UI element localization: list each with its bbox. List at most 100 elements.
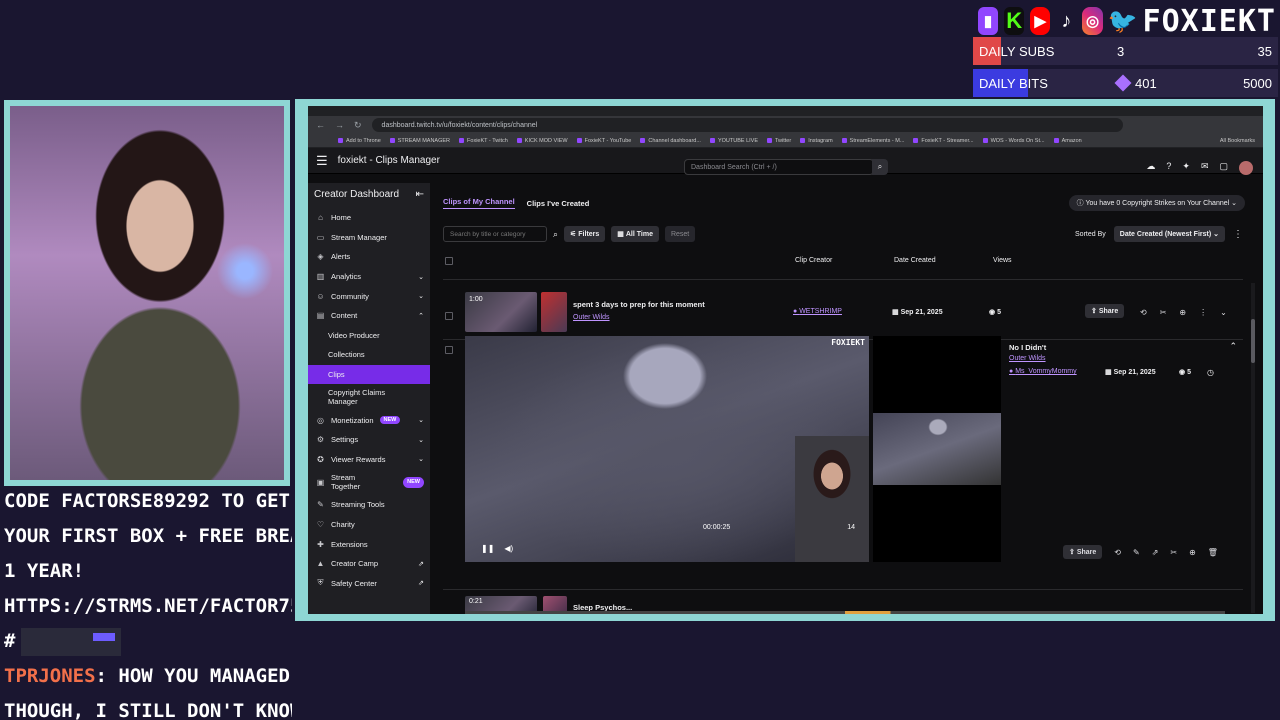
- sidebar-item-label: Collections: [328, 350, 365, 360]
- scissors-icon[interactable]: ✂: [1160, 308, 1167, 317]
- clock-icon[interactable]: ◷: [1207, 368, 1214, 377]
- select-all-checkbox[interactable]: [445, 257, 453, 265]
- chevron-up-icon[interactable]: ⌃: [1229, 341, 1237, 352]
- help-icon[interactable]: ?: [1166, 161, 1171, 175]
- share-button[interactable]: ⇪ Share: [1063, 545, 1103, 559]
- clip-creator-link[interactable]: ● Ms_VommyMommy: [1009, 368, 1077, 375]
- sidebar-item-home[interactable]: ⌂ Home: [308, 208, 430, 228]
- sort-dropdown[interactable]: Date Created (Newest First) ⌄: [1113, 226, 1225, 242]
- edit-clip-icon[interactable]: ⟲: [1140, 308, 1147, 317]
- row-checkbox[interactable]: [445, 312, 453, 320]
- filters-button[interactable]: ⚟ Filters: [564, 226, 606, 242]
- reset-button[interactable]: Reset: [664, 226, 696, 242]
- chevron-down-icon: ⌄: [418, 456, 424, 464]
- more-options-icon[interactable]: ⋮: [1233, 229, 1243, 240]
- sidebar-item-video-producer[interactable]: Video Producer: [308, 326, 430, 346]
- bookmark[interactable]: FoxieKT - YouTube: [577, 138, 632, 144]
- sidebar-item-content[interactable]: ▤ Content ⌃: [308, 306, 430, 326]
- bookmark[interactable]: WOS - Words On St...: [983, 138, 1045, 144]
- address-bar[interactable]: dashboard.twitch.tv/u/foxiekt/content/cl…: [371, 118, 1123, 132]
- collapse-icon[interactable]: ⇤: [416, 189, 424, 200]
- column-date-created[interactable]: Date Created: [894, 257, 936, 264]
- bookmark[interactable]: YOUTUBE LIVE: [710, 138, 758, 144]
- bookmark[interactable]: FoxieKT - Streamer...: [913, 138, 973, 144]
- sidebar-item-analytics[interactable]: ▥ Analytics ⌄: [308, 267, 430, 287]
- sidebar-item-copyright-claims[interactable]: Copyright Claims Manager: [308, 384, 430, 410]
- forward-icon[interactable]: →: [335, 120, 344, 130]
- clip-creator-link[interactable]: ● WETSHRIMP: [793, 308, 842, 315]
- sidebar-item-safety-center[interactable]: ⛨ Safety Center ⇗: [308, 574, 430, 594]
- bookmark[interactable]: Twitter: [767, 138, 791, 144]
- all-time-button[interactable]: ▦ All Time: [611, 226, 659, 242]
- mail-icon[interactable]: ✉: [1201, 161, 1209, 175]
- sparkle-icon[interactable]: ✦: [1182, 161, 1190, 175]
- row-checkbox[interactable]: [445, 346, 453, 354]
- bookmark[interactable]: KICK MOD VIEW: [517, 138, 568, 144]
- stream-together-icon: ▣: [316, 477, 325, 487]
- bookmark[interactable]: Instagram: [800, 138, 832, 144]
- table-row[interactable]: 1:00 spent 3 days to prep for this momen…: [443, 279, 1243, 339]
- search-icon[interactable]: ⌕: [553, 229, 558, 240]
- clip-game-link[interactable]: Outer Wilds: [1009, 355, 1046, 362]
- sidebar-item-extensions[interactable]: ✚ Extensions: [308, 534, 430, 554]
- sidebar-item-collections[interactable]: Collections: [308, 345, 430, 365]
- clip-video-player[interactable]: FOXIEKT 00:00:25 14 ❚❚ ◀): [465, 336, 869, 562]
- player-controls: ❚❚ ◀): [481, 544, 513, 553]
- daily-subs-goal: 35: [1257, 43, 1272, 59]
- edit-clip-icon[interactable]: ⟲: [1114, 548, 1121, 557]
- daily-bits-value-wrap: 401: [1114, 74, 1217, 91]
- external-link-icon[interactable]: ⇗: [1152, 548, 1159, 557]
- more-options-icon[interactable]: ⋮: [1199, 308, 1207, 317]
- all-bookmarks[interactable]: All Bookmarks: [1220, 138, 1263, 144]
- scrollbar[interactable]: [1251, 283, 1255, 613]
- bookmark[interactable]: Add to Throne: [338, 138, 381, 144]
- clip-game-link[interactable]: Outer Wilds: [573, 314, 610, 321]
- sidebar-item-community[interactable]: ☺ Community ⌄: [308, 286, 430, 306]
- chevron-down-icon: ⌄: [418, 273, 424, 281]
- avatar[interactable]: [1239, 161, 1253, 175]
- reload-icon[interactable]: ↻: [354, 120, 362, 131]
- cloud-icon[interactable]: ☁: [1146, 161, 1155, 175]
- bookmark[interactable]: FoxieKT - Twitch: [459, 138, 508, 144]
- menu-icon[interactable]: ☰: [316, 153, 328, 169]
- label-line: Manager: [328, 397, 358, 407]
- column-clip-creator[interactable]: Clip Creator: [795, 257, 832, 264]
- tab-clips-ive-created[interactable]: Clips I've Created: [527, 199, 590, 208]
- notifications-icon[interactable]: ▢: [1219, 161, 1228, 175]
- horizontal-scrollbar[interactable]: [465, 611, 1225, 614]
- sidebar-item-monetization[interactable]: ◎ Monetization NEW ⌄: [308, 410, 430, 430]
- bookmark[interactable]: Amazon: [1054, 138, 1082, 144]
- clip-vertical-preview[interactable]: [873, 336, 1001, 562]
- back-icon[interactable]: ←: [316, 120, 325, 130]
- share-button[interactable]: ⇪ Share: [1085, 304, 1125, 318]
- sidebar-item-charity[interactable]: ♡ Charity: [308, 515, 430, 535]
- pause-icon[interactable]: ❚❚: [481, 544, 494, 553]
- trash-icon[interactable]: 🗑: [1208, 548, 1218, 557]
- add-icon[interactable]: ⊕: [1179, 308, 1186, 317]
- chevron-up-icon: ⌃: [418, 312, 424, 320]
- sidebar-item-creator-camp[interactable]: ▲ Creator Camp ⇗: [308, 554, 430, 574]
- twitter-icon: 🐦: [1107, 7, 1138, 35]
- sidebar-item-settings[interactable]: ⚙ Settings ⌄: [308, 430, 430, 450]
- sidebar-header: Creator Dashboard ⇤: [308, 183, 430, 208]
- scissors-icon[interactable]: ✂: [1170, 548, 1177, 557]
- sidebar-item-alerts[interactable]: ◈ Alerts: [308, 247, 430, 267]
- column-views[interactable]: Views: [993, 257, 1012, 264]
- bookmark[interactable]: StreamElements - M...: [842, 138, 905, 144]
- sidebar-item-streaming-tools[interactable]: ✎ Streaming Tools: [308, 495, 430, 515]
- volume-icon[interactable]: ◀): [504, 544, 513, 553]
- bookmark[interactable]: Channel dashboard...: [640, 138, 701, 144]
- tab-clips-of-my-channel[interactable]: Clips of My Channel: [443, 197, 515, 209]
- dashboard-search-input[interactable]: Dashboard Search (Ctrl + /): [684, 159, 874, 175]
- chevron-down-icon[interactable]: ⌄: [1220, 308, 1227, 317]
- sidebar-item-stream-together[interactable]: ▣ Stream Together NEW: [308, 469, 430, 495]
- sidebar-item-viewer-rewards[interactable]: ✪ Viewer Rewards ⌄: [308, 450, 430, 470]
- search-icon[interactable]: ⌕: [872, 159, 888, 175]
- pencil-icon[interactable]: ✎: [1133, 548, 1140, 557]
- sidebar-item-clips[interactable]: Clips: [308, 364, 430, 385]
- copyright-strikes-dropdown[interactable]: ⓘ You have 0 Copyright Strikes on Your C…: [1068, 195, 1245, 211]
- bookmark[interactable]: STREAM MANAGER: [390, 138, 450, 144]
- sidebar-item-stream-manager[interactable]: ▭ Stream Manager: [308, 228, 430, 248]
- clip-search-input[interactable]: Search by title or category: [443, 226, 547, 242]
- add-icon[interactable]: ⊕: [1189, 548, 1196, 557]
